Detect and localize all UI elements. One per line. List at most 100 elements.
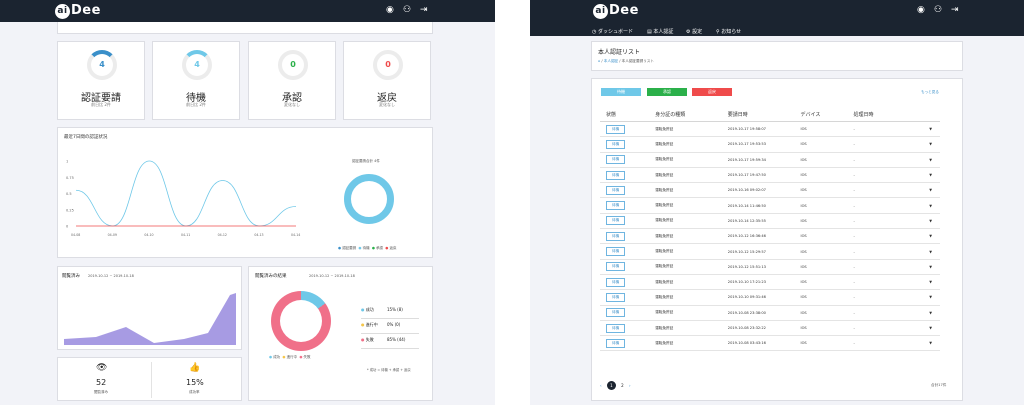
stat-card-request[interactable]: 4 認証要請 前日比 2件 xyxy=(57,41,145,120)
tab-approved[interactable]: 承認 xyxy=(647,88,687,96)
expand-icon[interactable]: ▼ xyxy=(912,121,940,138)
status-badge: 待機 xyxy=(606,170,626,180)
request-date-cell: 2019-10-17 19:53:53 xyxy=(727,136,801,153)
stat-sub: 前日比 2件 xyxy=(186,102,206,107)
table-row[interactable]: 待機 運転免許証 2019-10-08 23:32:22 IOS - ▼ xyxy=(600,320,940,337)
title-card: 本人認証リスト ⌂ / 本人認証 / 本人認証要請リスト xyxy=(591,41,963,71)
processed-date-cell: - xyxy=(853,121,913,138)
expand-icon[interactable]: ▼ xyxy=(912,152,940,168)
expand-icon[interactable]: ▼ xyxy=(912,320,940,337)
page-1-button[interactable]: 1 xyxy=(606,381,616,390)
device-cell: IOS xyxy=(800,320,854,337)
table-row[interactable]: 待機 運転免許証 2019-10-17 19:47:50 IOS - ▼ xyxy=(600,167,940,184)
globe-icon[interactable]: ◉ xyxy=(917,5,925,15)
globe-icon[interactable]: ◉ xyxy=(386,5,394,15)
tab-returned[interactable]: 返戻 xyxy=(692,88,732,96)
page-2-button[interactable]: 2 xyxy=(621,383,624,388)
donut-total xyxy=(344,174,394,224)
expand-icon[interactable]: ▼ xyxy=(912,243,940,260)
doc-type-cell: 運転免許証 xyxy=(655,228,728,245)
nav-notices[interactable]: ⚲ お知らせ xyxy=(716,28,741,35)
table-row[interactable]: 待機 運転免許証 2019-10-16 09:02:07 IOS - ▼ xyxy=(600,182,940,199)
stat-card-returned[interactable]: 0 返戻 変化なし xyxy=(343,41,431,120)
dashboard-icon: ◷ xyxy=(592,29,597,35)
expand-icon[interactable]: ▼ xyxy=(912,197,940,214)
nav-dashboard[interactable]: ◷ ダッシュボード xyxy=(592,28,633,35)
thumbs-up-icon: 👍 xyxy=(189,363,201,373)
device-cell: IOS xyxy=(800,305,854,321)
result-row: ● 成功 15% (8) xyxy=(361,307,419,319)
home-icon[interactable]: ⌂ xyxy=(598,59,600,63)
table-row[interactable]: 待機 運転免許証 2019-10-17 19:53:53 IOS - ▼ xyxy=(600,136,940,153)
expand-icon[interactable]: ▼ xyxy=(912,167,940,184)
request-date-cell: 2019-10-08 23:32:22 xyxy=(727,320,801,337)
expand-icon[interactable]: ▼ xyxy=(912,289,940,306)
legend-label: 失敗 xyxy=(303,355,311,359)
status-cell: 待機 xyxy=(600,121,656,138)
stat-card-waiting[interactable]: 4 待機 前日比 2件 xyxy=(152,41,240,120)
success-rate: 15% xyxy=(186,378,204,387)
doc-type-cell: 運転免許証 xyxy=(655,335,728,352)
processed-date-cell: - xyxy=(853,228,913,245)
column-header: 要請日時 xyxy=(727,108,801,122)
status-cell: 待機 xyxy=(600,305,656,321)
status-cell: 待機 xyxy=(600,197,656,214)
table-row[interactable]: 待機 運転免許証 2019-10-12 15:29:57 IOS - ▼ xyxy=(600,243,940,260)
stat-sub: 前日比 2件 xyxy=(91,102,111,107)
expand-icon[interactable]: ▼ xyxy=(912,305,940,321)
request-date-cell: 2019-10-17 19:59:34 xyxy=(727,152,801,168)
right-logo[interactable]: ai Dee xyxy=(593,3,639,19)
doc-type-cell: 運転免許証 xyxy=(655,289,728,306)
expand-icon[interactable]: ▼ xyxy=(912,136,940,153)
views-card: 閲覧済み 2019-10-12 ~ 2019-10-18 xyxy=(57,266,242,350)
breadcrumb-current: 本人認証要請リスト xyxy=(621,59,654,63)
request-date-cell: 2019-10-17 19:47:50 xyxy=(727,167,801,184)
status-cell: 待機 xyxy=(600,152,656,168)
logout-icon[interactable]: ⇥ xyxy=(951,5,959,15)
expand-icon[interactable]: ▼ xyxy=(912,335,940,352)
expand-icon[interactable]: ▼ xyxy=(912,259,940,275)
processed-date-cell: - xyxy=(853,167,913,184)
processed-date-cell: - xyxy=(853,213,913,230)
left-logo[interactable]: ai Dee xyxy=(55,3,101,19)
views-area xyxy=(64,293,236,345)
table-row[interactable]: 待機 運転免許証 2019-10-12 16:36:46 IOS - ▼ xyxy=(600,228,940,245)
nav-verification[interactable]: ▤ 本人認証 xyxy=(647,28,673,35)
table-row[interactable]: 待機 運転免許証 2019-10-10 09:31:46 IOS - ▼ xyxy=(600,289,940,306)
stat-card-approved[interactable]: 0 承認 変化なし xyxy=(248,41,336,120)
device-cell: IOS xyxy=(800,136,854,153)
divider xyxy=(151,362,152,398)
user-icon[interactable]: ⚇ xyxy=(403,5,411,15)
doc-type-cell: 運転免許証 xyxy=(655,136,728,153)
request-date-cell: 2019-10-08 03:43:16 xyxy=(727,335,801,352)
tab-waiting[interactable]: 待機 xyxy=(601,88,641,96)
nav-settings[interactable]: ⚙ 設定 xyxy=(686,28,702,35)
success-rate-label: 成功率 xyxy=(189,390,200,394)
table-row[interactable]: 待機 運転免許証 2019-10-12 15:51:13 IOS - ▼ xyxy=(600,259,940,275)
table-row[interactable]: 待機 運転免許証 2019-10-08 03:43:16 IOS - ▼ xyxy=(600,335,940,352)
next-page-button[interactable]: › xyxy=(629,383,631,388)
prev-page-button[interactable]: ‹ xyxy=(600,383,602,388)
table-row[interactable]: 待機 運転免許証 2019-10-14 12:35:55 IOS - ▼ xyxy=(600,213,940,230)
expand-icon[interactable]: ▼ xyxy=(912,182,940,199)
status-cell: 待機 xyxy=(600,167,656,184)
x-tick-label: 04-09 xyxy=(108,233,117,237)
expand-icon[interactable]: ▼ xyxy=(912,274,940,291)
series-line-0 xyxy=(75,160,297,227)
table-row[interactable]: 待機 運転免許証 2019-10-14 11:46:50 IOS - ▼ xyxy=(600,197,940,214)
doc-type-cell: 運転免許証 xyxy=(655,213,728,230)
processed-date-cell: - xyxy=(853,259,913,275)
table-row[interactable]: 待機 運転免許証 2019-10-17 19:59:34 IOS - ▼ xyxy=(600,152,940,168)
table-row[interactable]: 待機 運転免許証 2019-10-08 23:38:00 IOS - ▼ xyxy=(600,305,940,321)
logout-icon[interactable]: ⇥ xyxy=(420,5,428,15)
expand-icon[interactable]: ▼ xyxy=(912,213,940,230)
status-badge: 待機 xyxy=(606,262,626,272)
table-row[interactable]: 待機 運転免許証 2019-10-17 19:58:07 IOS - ▼ xyxy=(600,121,940,138)
result-legend: ● 成功 ● 進行中 ● 失敗 xyxy=(269,355,311,359)
donut-label: 認証要請合計 4件 xyxy=(352,159,380,163)
breadcrumb-link[interactable]: 本人認証 xyxy=(604,59,618,63)
user-icon[interactable]: ⚇ xyxy=(934,5,942,15)
expand-icon[interactable]: ▼ xyxy=(912,228,940,245)
table-row[interactable]: 待機 運転免許証 2019-10-10 17:21:23 IOS - ▼ xyxy=(600,274,940,291)
more-link[interactable]: もっと見る xyxy=(921,90,939,95)
